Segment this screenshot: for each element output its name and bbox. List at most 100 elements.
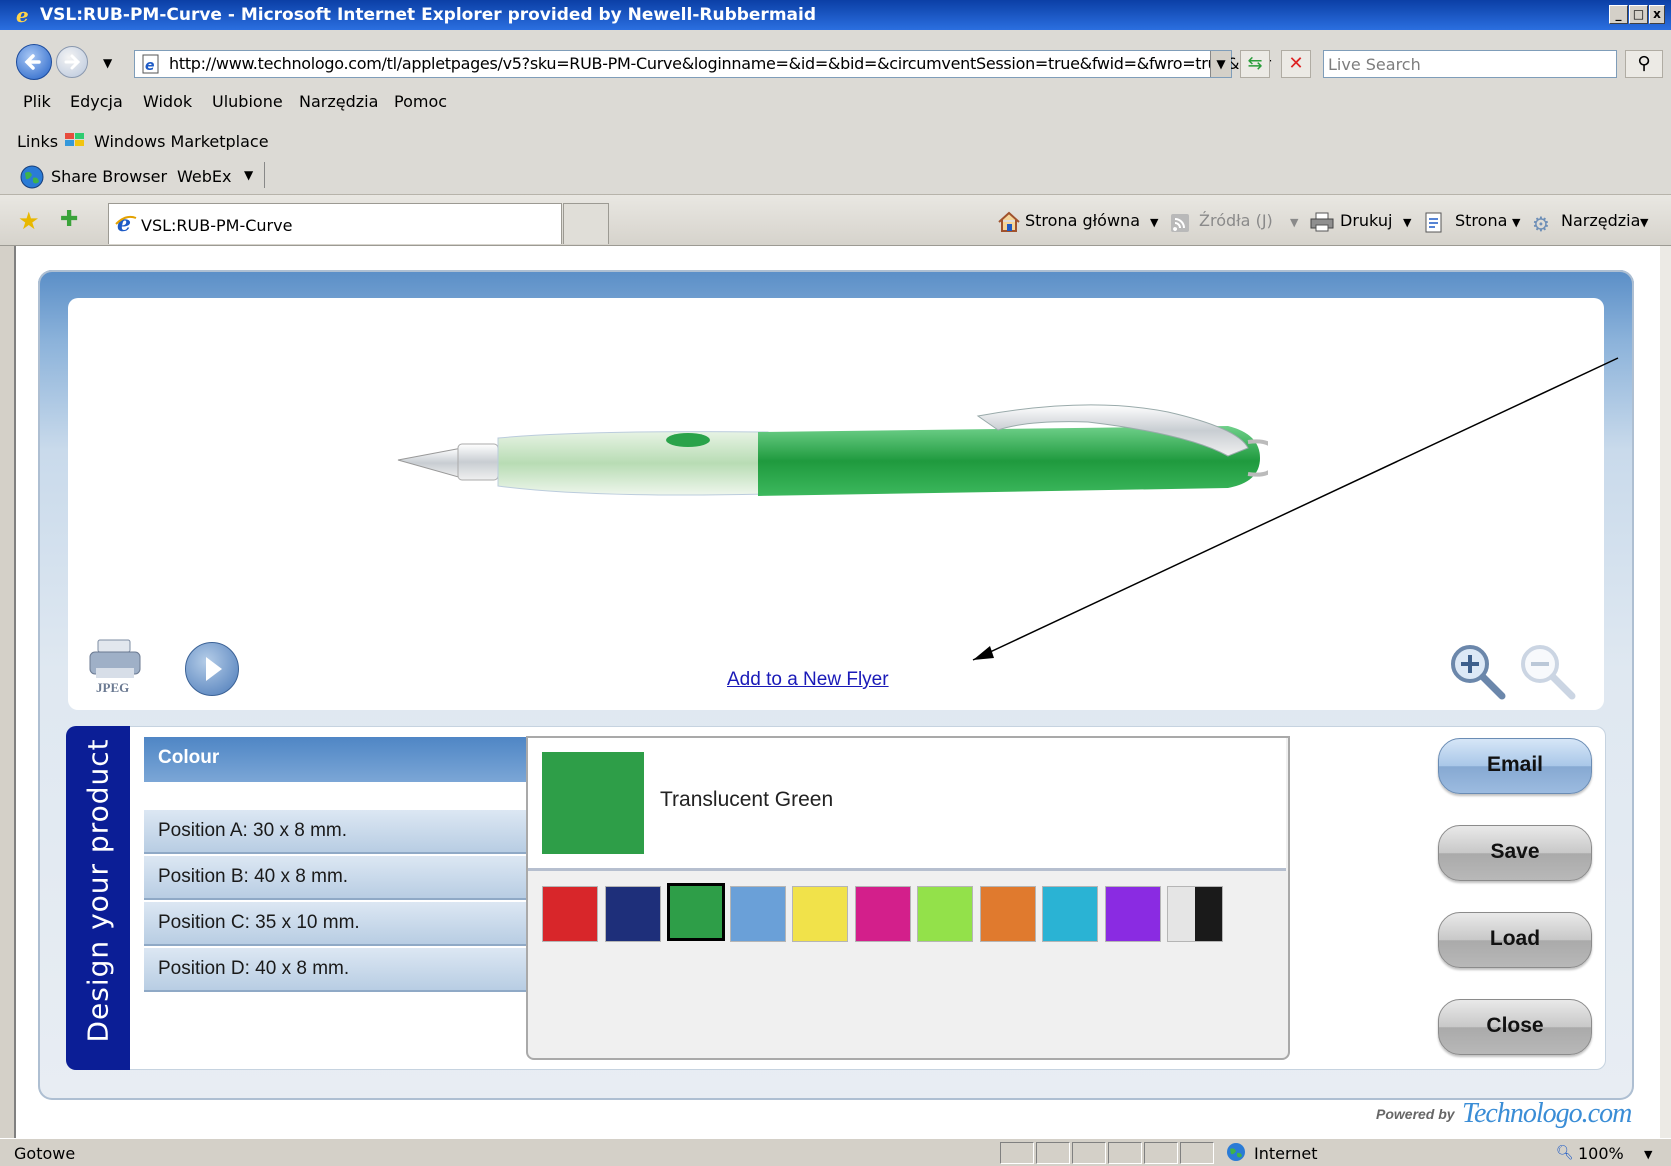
share-toolbar: Share Browser WebEx ▼ xyxy=(0,150,1671,195)
page-icon: e xyxy=(142,54,159,74)
address-dropdown-button[interactable]: ▼ xyxy=(1210,51,1231,77)
page-button[interactable]: Strona xyxy=(1455,211,1507,230)
zoom-in-icon xyxy=(1451,645,1506,700)
tab-colour[interactable]: Colour xyxy=(144,737,528,782)
printer-icon xyxy=(1310,212,1334,236)
status-segment xyxy=(1072,1142,1106,1164)
maximize-button[interactable]: □ xyxy=(1629,5,1648,24)
status-segment xyxy=(1108,1142,1142,1164)
search-placeholder: Live Search xyxy=(1328,55,1421,74)
colour-swatch[interactable] xyxy=(917,886,973,942)
svg-text:e: e xyxy=(16,5,29,25)
print-button[interactable]: Drukuj xyxy=(1340,211,1392,230)
status-segment xyxy=(1144,1142,1178,1164)
home-dropdown-icon[interactable]: ▼ xyxy=(1150,216,1158,229)
zoom-dropdown-icon[interactable]: ▼ xyxy=(1644,1148,1652,1161)
history-dropdown-icon[interactable]: ▼ xyxy=(103,56,112,70)
tools-dropdown-icon[interactable]: ▼ xyxy=(1640,216,1648,229)
close-button[interactable]: Close xyxy=(1438,999,1592,1055)
tab-bar: ★ ✚ e VSL:RUB-PM-Curve Strona główna ▼ Ź… xyxy=(0,195,1671,246)
position-b-option[interactable]: Position B: 40 x 8 mm. xyxy=(144,856,528,900)
tab-active[interactable]: e VSL:RUB-PM-Curve xyxy=(108,203,562,244)
selected-colour-swatch xyxy=(542,752,644,854)
stop-button[interactable]: ✕ xyxy=(1281,50,1311,78)
zoom-level[interactable]: 100% xyxy=(1578,1144,1624,1163)
position-d-option[interactable]: Position D: 40 x 8 mm. xyxy=(144,948,528,992)
feeds-icon xyxy=(1170,213,1190,237)
window-title: VSL:RUB-PM-Curve - Microsoft Internet Ex… xyxy=(40,5,816,25)
colour-swatch[interactable] xyxy=(1104,886,1161,942)
page-dropdown-icon[interactable]: ▼ xyxy=(1512,216,1520,229)
search-icon: ⚲ xyxy=(1637,53,1651,74)
webex-menu[interactable]: WebEx xyxy=(177,167,231,186)
menu-favorites[interactable]: Ulubione xyxy=(212,92,283,111)
favorites-star-icon[interactable]: ★ xyxy=(18,207,40,235)
pen-image xyxy=(397,404,1268,496)
design-title: Design your product xyxy=(81,738,115,1043)
email-button[interactable]: Email xyxy=(1438,738,1592,794)
menu-help[interactable]: Pomoc xyxy=(394,92,447,111)
forward-button[interactable] xyxy=(56,46,88,78)
new-tab-button[interactable] xyxy=(563,203,609,244)
zoom-in-button[interactable] xyxy=(1448,642,1506,704)
menu-bar: Plik Edycja Widok Ulubione Narzędzia Pom… xyxy=(0,84,1671,118)
close-window-button[interactable]: x xyxy=(1649,5,1665,24)
page-menu-icon xyxy=(1424,212,1444,238)
address-url[interactable]: http://www.technologo.com/tl/appletpages… xyxy=(169,54,1271,73)
product-viewer: JPEG Add to a New Flyer xyxy=(68,298,1619,710)
share-browser-button[interactable]: Share Browser xyxy=(51,167,167,186)
refresh-button[interactable]: ⇆ xyxy=(1240,50,1270,78)
position-b-label: Position B: 40 x 8 mm. xyxy=(158,866,349,887)
feeds-button[interactable]: Źródła (J) xyxy=(1199,211,1273,230)
add-to-new-flyer-link[interactable]: Add to a New Flyer xyxy=(727,669,889,691)
windows-marketplace-link[interactable]: Windows Marketplace xyxy=(94,132,269,151)
colour-swatch[interactable] xyxy=(979,886,1036,942)
tools-button[interactable]: Narzędzia xyxy=(1561,211,1640,230)
colour-swatch[interactable] xyxy=(792,886,848,942)
menu-tools[interactable]: Narzędzia xyxy=(299,92,378,111)
back-arrow-icon xyxy=(24,54,41,70)
jpeg-export-button[interactable]: JPEG xyxy=(86,638,144,695)
colour-swatch[interactable] xyxy=(1042,886,1098,942)
colour-swatch[interactable] xyxy=(542,886,598,942)
position-a-option[interactable]: Position A: 30 x 8 mm. xyxy=(144,810,528,854)
security-zone-label: Internet xyxy=(1254,1144,1318,1163)
minimize-button[interactable]: _ xyxy=(1609,5,1628,24)
colour-swatch[interactable] xyxy=(667,883,725,941)
position-c-option[interactable]: Position C: 35 x 10 mm. xyxy=(144,902,528,946)
technologo-logo[interactable]: Technologo.com xyxy=(1462,1098,1632,1130)
svg-text:e: e xyxy=(117,212,131,234)
refresh-icon: ⇆ xyxy=(1247,53,1263,74)
colour-swatch[interactable] xyxy=(854,886,911,942)
home-button[interactable]: Strona główna xyxy=(1025,211,1140,230)
ie-logo-icon: e xyxy=(14,3,36,30)
vertical-scrollbar[interactable] xyxy=(1660,246,1671,1138)
colour-swatch[interactable] xyxy=(1167,886,1223,942)
colour-swatch[interactable] xyxy=(604,886,661,942)
design-your-product-bar: Design your product xyxy=(66,726,130,1070)
zoom-out-button[interactable] xyxy=(1518,642,1576,704)
search-button[interactable]: ⚲ xyxy=(1625,50,1663,78)
home-icon[interactable] xyxy=(997,211,1021,237)
colour-label: Colour xyxy=(158,747,220,768)
webex-dropdown-icon[interactable]: ▼ xyxy=(244,168,253,182)
status-bar: Gotowe Internet 🔍︎ 100% ▼ xyxy=(0,1138,1671,1166)
menu-file[interactable]: Plik xyxy=(23,92,51,111)
load-button[interactable]: Load xyxy=(1438,912,1592,968)
add-favorites-icon[interactable]: ✚ xyxy=(60,207,78,232)
back-button[interactable] xyxy=(16,44,52,80)
save-button[interactable]: Save xyxy=(1438,825,1592,881)
print-dropdown-icon[interactable]: ▼ xyxy=(1403,216,1411,229)
search-input[interactable]: Live Search xyxy=(1323,50,1617,78)
internet-globe-icon xyxy=(1226,1142,1246,1166)
zoom-out-icon xyxy=(1521,645,1576,700)
svg-text:e: e xyxy=(145,58,155,74)
links-label: Links xyxy=(17,132,59,151)
address-bar[interactable]: e http://www.technologo.com/tl/appletpag… xyxy=(134,50,1271,78)
play-button[interactable] xyxy=(185,642,239,696)
colour-swatch[interactable] xyxy=(729,886,786,942)
menu-edit[interactable]: Edycja xyxy=(70,92,123,111)
feeds-dropdown-icon[interactable]: ▼ xyxy=(1290,216,1298,229)
menu-view[interactable]: Widok xyxy=(143,92,192,111)
status-segment xyxy=(1036,1142,1070,1164)
